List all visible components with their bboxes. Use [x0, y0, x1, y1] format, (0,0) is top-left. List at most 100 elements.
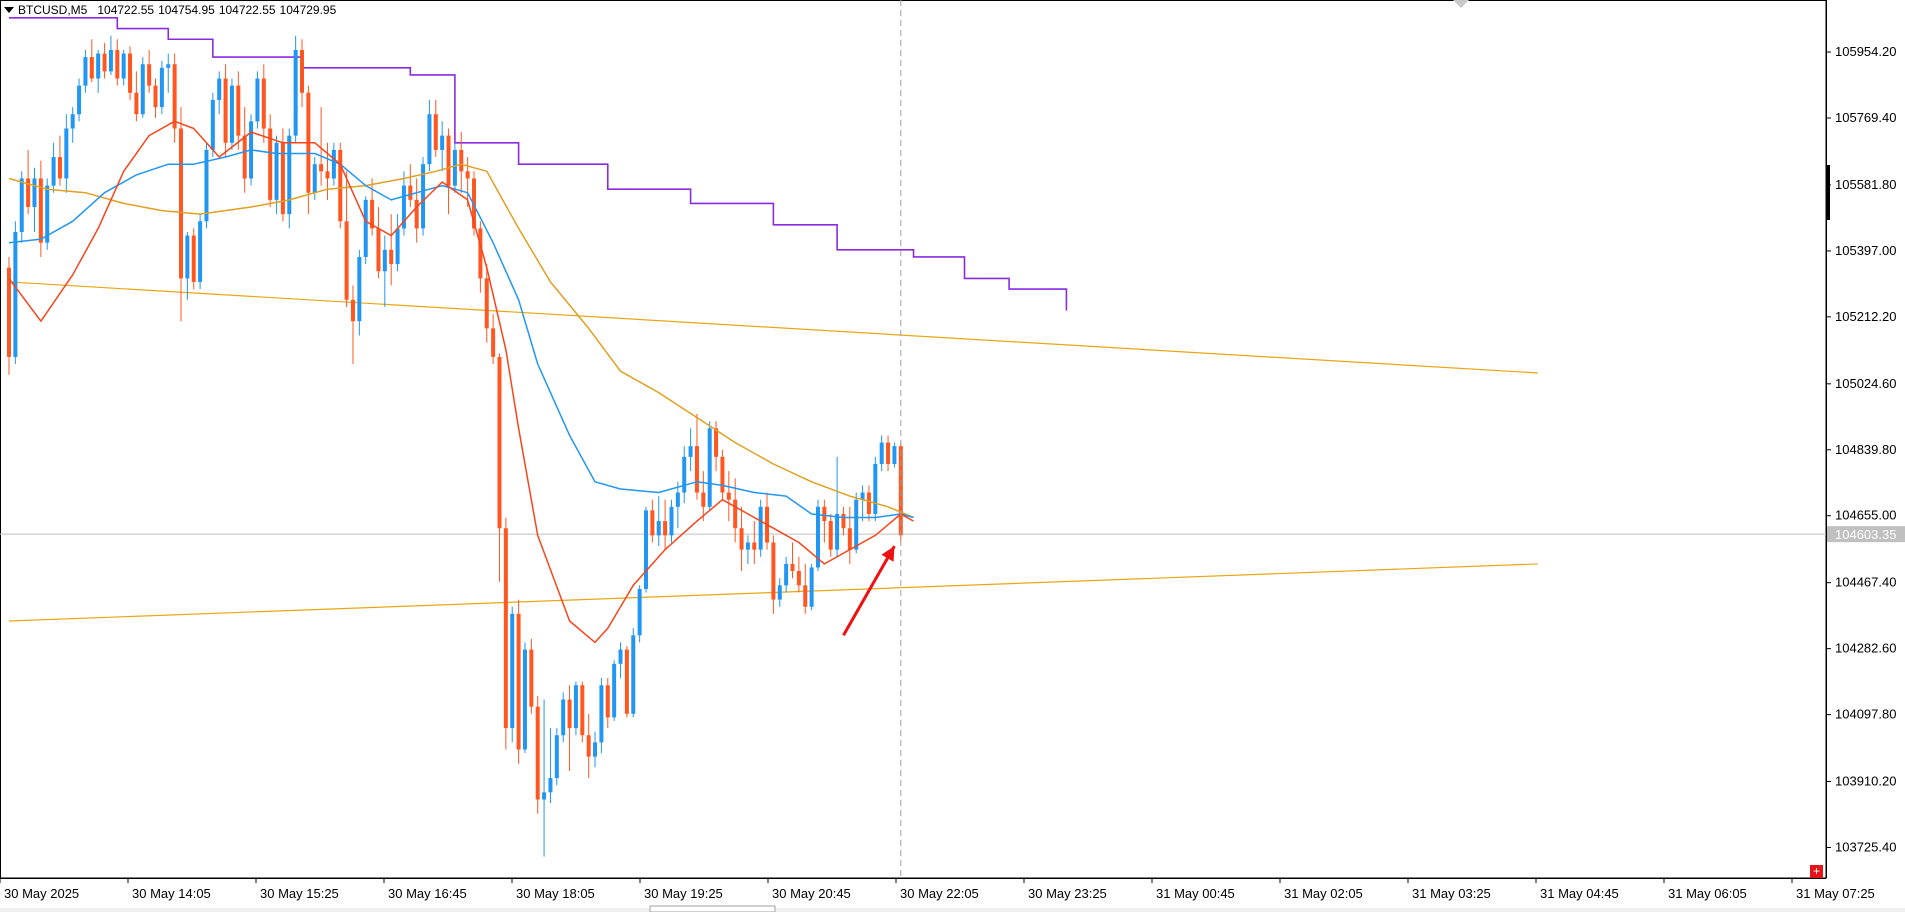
candle-body[interactable] — [293, 49, 298, 136]
candle-body[interactable] — [89, 57, 94, 79]
candle-body[interactable] — [701, 492, 706, 507]
candle-body[interactable] — [363, 199, 368, 257]
scroll-marker-icon[interactable] — [1453, 0, 1469, 8]
candle-body[interactable] — [567, 699, 572, 729]
candle-body[interactable] — [631, 635, 636, 714]
candle-body[interactable] — [236, 85, 241, 136]
candle-body[interactable] — [624, 649, 629, 714]
candle-body[interactable] — [153, 85, 158, 108]
candle-body[interactable] — [637, 588, 642, 636]
candle-body[interactable] — [516, 613, 521, 750]
candle-body[interactable] — [554, 735, 559, 779]
candle-body[interactable] — [841, 513, 846, 529]
candle-body[interactable] — [331, 149, 336, 179]
candle-body[interactable] — [147, 64, 152, 86]
candle-body[interactable] — [758, 506, 763, 550]
candle-body[interactable] — [166, 64, 171, 68]
candle-body[interactable] — [478, 228, 483, 279]
candle-body[interactable] — [382, 249, 387, 272]
candle-body[interactable] — [134, 92, 139, 115]
candle-body[interactable] — [835, 513, 840, 550]
candle-body[interactable] — [128, 53, 133, 93]
candle-body[interactable] — [726, 492, 731, 500]
candle-body[interactable] — [803, 585, 808, 607]
candle-body[interactable] — [255, 78, 260, 122]
candle-body[interactable] — [319, 164, 324, 172]
candle-body[interactable] — [879, 442, 884, 464]
candle-body[interactable] — [242, 135, 247, 179]
candle-body[interactable] — [274, 142, 279, 200]
candle-body[interactable] — [338, 149, 343, 222]
chart-window[interactable]: 105954.20 105769.40 105581.80 105397.00 1052… — [0, 0, 1905, 912]
candle-body[interactable] — [121, 53, 126, 79]
candle-body[interactable] — [777, 585, 782, 600]
candle-body[interactable] — [745, 542, 750, 550]
candle-body[interactable] — [115, 49, 120, 79]
candle-body[interactable] — [866, 492, 871, 514]
candle-body[interactable] — [892, 446, 897, 464]
candle-body[interactable] — [828, 521, 833, 550]
candle-body[interactable] — [854, 499, 859, 550]
candle-body[interactable] — [714, 428, 719, 457]
price-axis-scroll-marker[interactable] — [1827, 165, 1830, 220]
candle-body[interactable] — [64, 128, 69, 179]
chart-menu-triangle-icon[interactable] — [4, 7, 14, 13]
candle-body[interactable] — [605, 685, 610, 718]
candle-body[interactable] — [561, 699, 566, 736]
candle-body[interactable] — [376, 228, 381, 272]
candle-body[interactable] — [300, 49, 305, 93]
candle-body[interactable] — [847, 528, 852, 550]
candle-body[interactable] — [669, 506, 674, 536]
candle-body[interactable] — [573, 685, 578, 729]
candle-body[interactable] — [83, 57, 88, 86]
candle-body[interactable] — [752, 542, 757, 550]
candle-body[interactable] — [529, 649, 534, 707]
candlestick-chart[interactable]: 105954.20 105769.40 105581.80 105397.00 1052… — [0, 0, 1905, 912]
candle-body[interactable] — [440, 135, 445, 150]
candle-body[interactable] — [229, 85, 234, 143]
candle-body[interactable] — [172, 64, 177, 129]
candle-body[interactable] — [433, 114, 438, 150]
candle-body[interactable] — [503, 528, 508, 729]
candle-body[interactable] — [663, 521, 668, 536]
candle-body[interactable] — [217, 78, 222, 100]
candle-body[interactable] — [32, 178, 37, 208]
candle-body[interactable] — [261, 78, 266, 129]
candle-body[interactable] — [19, 178, 24, 232]
candle-body[interactable] — [790, 563, 795, 572]
candle-body[interactable] — [784, 563, 789, 586]
candle-body[interactable] — [542, 792, 547, 800]
plus-icon[interactable]: + — [1810, 865, 1823, 878]
candle-body[interactable] — [682, 456, 687, 493]
bottom-tab[interactable] — [649, 905, 776, 912]
candle-body[interactable] — [809, 567, 814, 607]
candle-body[interactable] — [771, 542, 776, 600]
candle-body[interactable] — [599, 685, 604, 743]
candle-body[interactable] — [484, 278, 489, 329]
candle-body[interactable] — [593, 742, 598, 757]
candle-body[interactable] — [223, 78, 228, 143]
candle-body[interactable] — [446, 135, 451, 186]
candle-body[interactable] — [395, 228, 400, 265]
candle-body[interactable] — [873, 463, 878, 514]
candle-body[interactable] — [548, 778, 553, 793]
candle-body[interactable] — [688, 446, 693, 457]
candle-body[interactable] — [491, 328, 496, 357]
candle-body[interactable] — [586, 735, 591, 757]
candle-body[interactable] — [452, 149, 457, 186]
candle-body[interactable] — [675, 492, 680, 507]
candle-body[interactable] — [618, 649, 623, 664]
candle-body[interactable] — [510, 613, 515, 729]
candle-body[interactable] — [612, 663, 617, 718]
candle-body[interactable] — [707, 428, 712, 507]
candle-body[interactable] — [580, 685, 585, 736]
candle-body[interactable] — [191, 235, 196, 282]
candle-body[interactable] — [51, 157, 56, 186]
candle-body[interactable] — [650, 510, 655, 536]
candle-body[interactable] — [720, 456, 725, 493]
candle-body[interactable] — [325, 171, 330, 179]
candle-body[interactable] — [694, 446, 699, 493]
candle-body[interactable] — [535, 706, 540, 800]
candle-body[interactable] — [822, 506, 827, 522]
candle-body[interactable] — [140, 64, 145, 115]
